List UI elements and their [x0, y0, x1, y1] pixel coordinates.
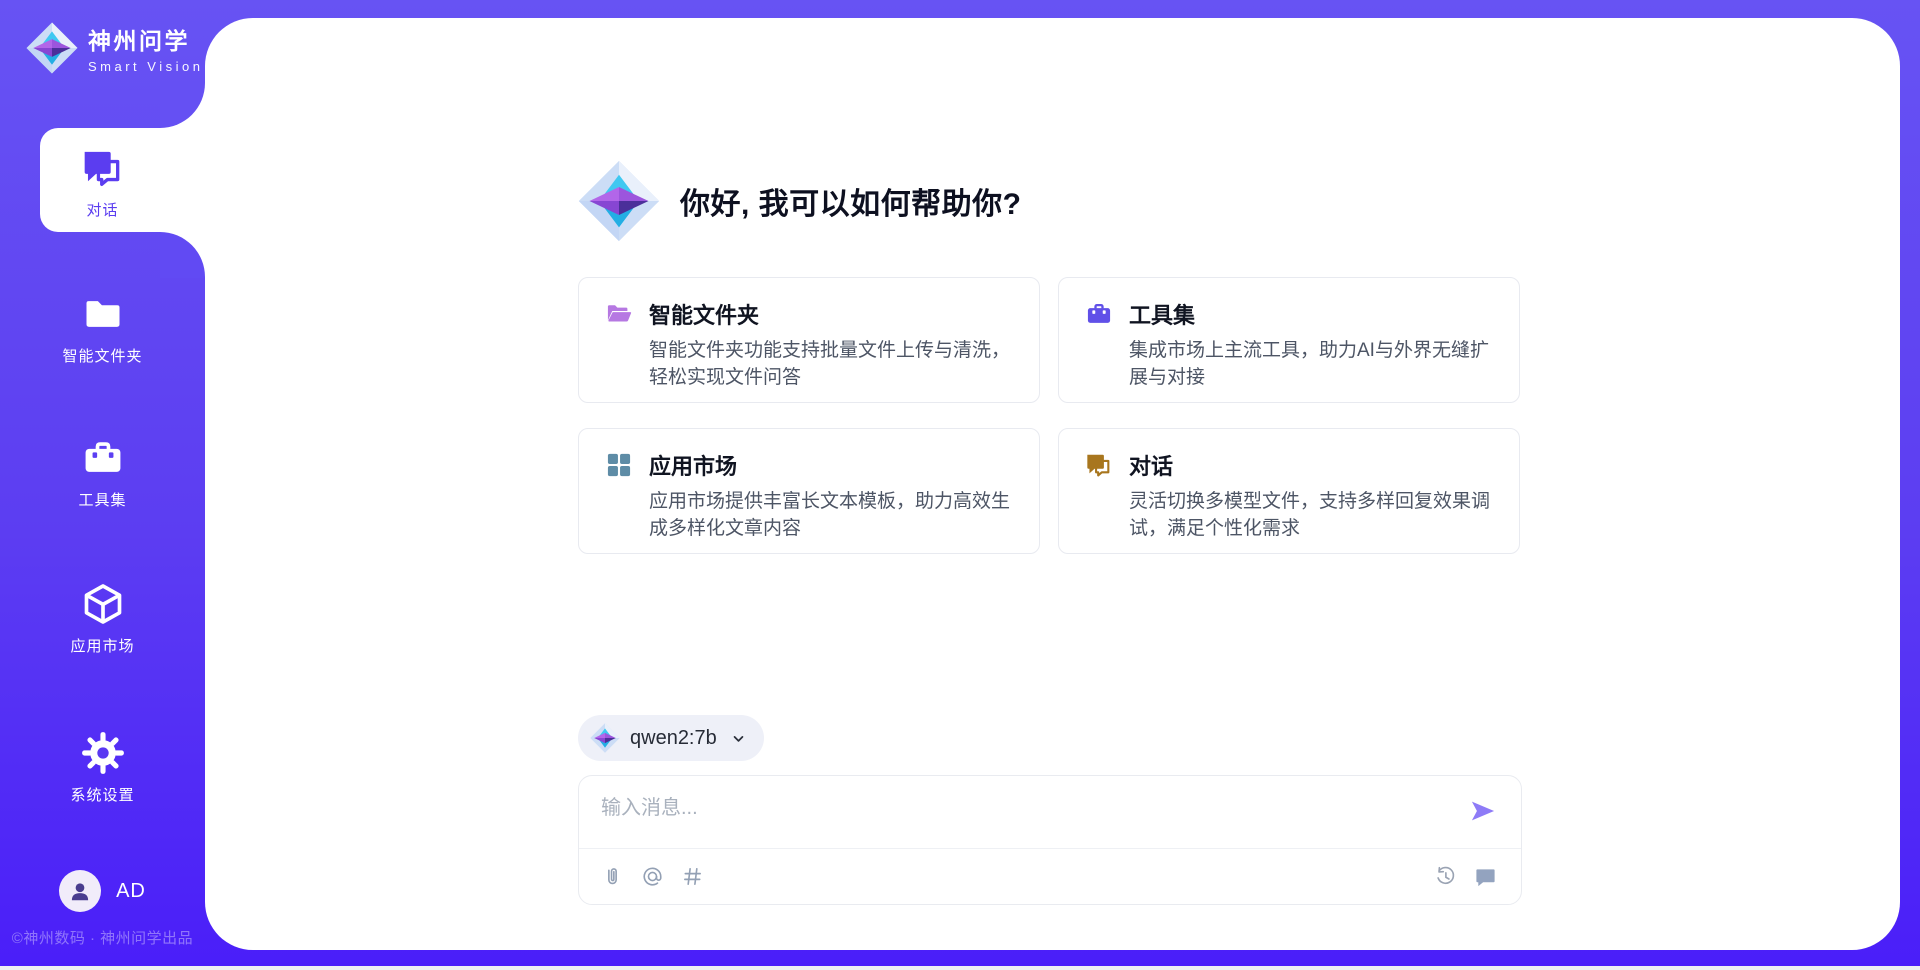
card-chat[interactable]: 对话 灵活切换多模型文件，支持多样回复效果调试，满足个性化需求 [1058, 428, 1520, 554]
chat-quote-icon[interactable] [1474, 865, 1497, 888]
card-app-market[interactable]: 应用市场 应用市场提供丰富长文本模板，助力高效生成多样化文章内容 [578, 428, 1040, 554]
brand-name: 神州问学 [88, 22, 203, 56]
hashtag-icon[interactable] [681, 865, 704, 888]
send-icon[interactable] [1469, 797, 1497, 825]
sidebar-item-label: 应用市场 [70, 635, 134, 656]
toolbox-icon [81, 436, 125, 480]
chevron-down-icon [729, 729, 748, 748]
app-root: 神州问学 Smart Vision 对话 智能文件夹 [0, 0, 1920, 970]
toolbox-icon [1085, 300, 1113, 328]
sidebar-item-app-market[interactable]: 应用市场 [0, 582, 205, 656]
main-panel: 你好, 我可以如何帮助你? 智能文件夹 智能文件夹功能支持批量文件上传与清洗，轻… [205, 18, 1900, 950]
sidebar: 神州问学 Smart Vision 对话 智能文件夹 [0, 0, 205, 970]
message-composer [578, 775, 1522, 905]
sidebar-item-chat[interactable]: 对话 [0, 146, 205, 220]
folder-icon [81, 292, 125, 336]
person-icon [67, 878, 93, 904]
history-icon[interactable] [1434, 865, 1457, 888]
card-description: 集成市场上主流工具，助力AI与外界无缝扩展与对接 [1129, 338, 1495, 392]
user-profile[interactable]: AD [0, 870, 205, 912]
avatar [59, 870, 101, 912]
grid-icon [605, 451, 633, 479]
sidebar-item-toolset[interactable]: 工具集 [0, 436, 205, 510]
sidebar-item-smart-folder[interactable]: 智能文件夹 [0, 292, 205, 366]
model-logo-icon [590, 723, 620, 753]
card-description: 应用市场提供丰富长文本模板，助力高效生成多样化文章内容 [649, 489, 1015, 543]
feature-cards: 智能文件夹 智能文件夹功能支持批量文件上传与清洗，轻松实现文件问答 工具集 [578, 277, 1520, 554]
folder-open-icon [605, 300, 633, 328]
active-tab-notch-top [160, 82, 205, 128]
sidebar-item-label: 对话 [86, 199, 118, 220]
card-smart-folder[interactable]: 智能文件夹 智能文件夹功能支持批量文件上传与清洗，轻松实现文件问答 [578, 277, 1040, 403]
user-initials: AD [116, 880, 146, 903]
cube-icon [81, 582, 125, 626]
active-tab-notch-bottom [160, 232, 205, 278]
model-selector-row: qwen2:7b [578, 715, 764, 761]
chat-icon [81, 146, 125, 190]
composer-toolbar [601, 849, 1497, 904]
brand-subtitle: Smart Vision [88, 59, 203, 74]
card-description: 智能文件夹功能支持批量文件上传与清洗，轻松实现文件问答 [649, 338, 1015, 392]
sidebar-item-settings[interactable]: 系统设置 [0, 731, 205, 805]
card-toolset[interactable]: 工具集 集成市场上主流工具，助力AI与外界无缝扩展与对接 [1058, 277, 1520, 403]
main-content: 你好, 我可以如何帮助你? 智能文件夹 智能文件夹功能支持批量文件上传与清洗，轻… [578, 160, 1522, 930]
sidebar-item-label: 系统设置 [70, 784, 134, 805]
chat-icon [1085, 451, 1113, 479]
sidebar-item-label: 智能文件夹 [62, 345, 142, 366]
card-title: 对话 [1129, 449, 1173, 481]
gear-icon [81, 731, 125, 775]
sidebar-item-label: 工具集 [78, 489, 126, 510]
brand-logo: 神州问学 Smart Vision [26, 22, 203, 74]
brand-logo-icon [26, 22, 78, 74]
greeting-logo-icon [578, 160, 660, 242]
horizontal-scrollbar[interactable] [0, 966, 1920, 970]
card-title: 工具集 [1129, 298, 1195, 330]
sidebar-footer: ©神州数码 · 神州问学出品 [0, 927, 205, 948]
card-title: 应用市场 [649, 449, 737, 481]
model-name: qwen2:7b [630, 727, 717, 750]
attachment-icon[interactable] [601, 865, 624, 888]
model-selector[interactable]: qwen2:7b [578, 715, 764, 761]
greeting-title: 你好, 我可以如何帮助你? [680, 179, 1022, 223]
card-title: 智能文件夹 [649, 298, 759, 330]
card-description: 灵活切换多模型文件，支持多样回复效果调试，满足个性化需求 [1129, 489, 1495, 543]
mention-icon[interactable] [641, 865, 664, 888]
message-input[interactable] [601, 791, 1441, 837]
greeting: 你好, 我可以如何帮助你? [578, 160, 1022, 242]
